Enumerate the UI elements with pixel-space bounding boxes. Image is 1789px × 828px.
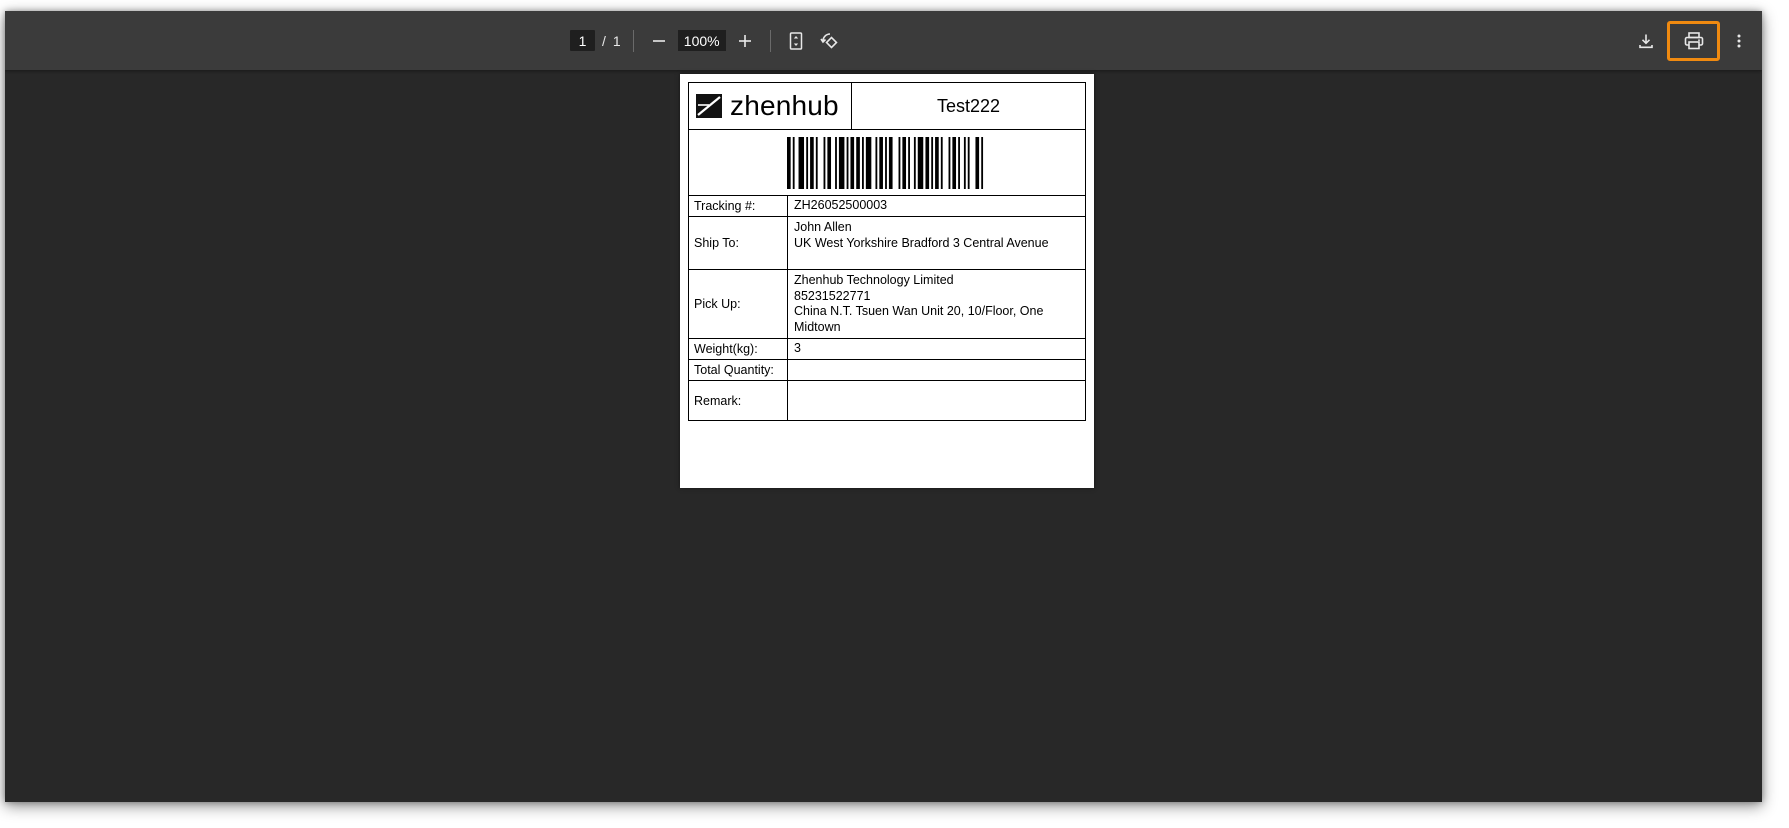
fit-page-icon (789, 31, 802, 50)
barcode-bar (975, 136, 980, 189)
tracking-value: ZH26052500003 (794, 198, 888, 213)
barcode-bar (875, 136, 878, 189)
barcode-bar (940, 136, 943, 189)
barcode-bar (913, 136, 916, 189)
barcode-bar (798, 136, 805, 189)
barcode-bar (908, 136, 910, 189)
pick-up-phone: 85231522771 (794, 288, 871, 303)
label-header: zhenhub Test222 (689, 83, 1085, 130)
page-total: 1 (612, 32, 621, 49)
more-vert-icon (1737, 34, 1741, 47)
barcode-bar (806, 136, 809, 189)
download-icon (1639, 34, 1653, 48)
barcode-bar (885, 136, 887, 189)
barcode-bar (902, 136, 907, 189)
ship-to-name: John Allen (794, 220, 852, 234)
barcode-bar (846, 136, 849, 189)
toolbar-center-controls: 1 / 1 100% (570, 11, 843, 70)
pdf-toolbar: 1 / 1 100% (5, 11, 1762, 70)
ship-to-address: UK West Yorkshire Bradford 3 Central Ave… (794, 235, 1049, 250)
barcode-bar (810, 136, 814, 189)
rotate-button[interactable] (817, 26, 843, 56)
barcode-bar (925, 136, 930, 189)
page-number-input[interactable]: 1 (570, 30, 595, 51)
total-quantity-key: Total Quantity: (689, 360, 788, 380)
pick-up-row: Pick Up: Zhenhub Technology Limited 8523… (689, 270, 1085, 339)
barcode-bar (952, 136, 957, 189)
toolbar-divider (769, 29, 771, 52)
pick-up-key: Pick Up: (689, 270, 788, 338)
remark-value (788, 381, 1085, 420)
pdf-viewer-window: 1 / 1 100% zhenhub Test222 Tracking #: Z… (5, 11, 1762, 802)
rotate-icon (820, 32, 838, 49)
more-options-button[interactable] (1726, 26, 1752, 56)
ship-to-value: John Allen UK West Yorkshire Bradford 3 … (788, 217, 1085, 269)
barcode-bar (958, 136, 960, 189)
barcode-bar (967, 136, 970, 189)
weight-key: Weight(kg): (689, 339, 788, 359)
ship-to-row: Ship To: John Allen UK West Yorkshire Br… (689, 217, 1085, 270)
barcode-bar (981, 136, 984, 189)
barcode-bar (917, 136, 924, 189)
tracking-key: Tracking #: (689, 196, 788, 216)
brand-name: zhenhub (730, 90, 839, 121)
print-icon (1684, 31, 1703, 49)
weight-row: Weight(kg): 3 (689, 339, 1085, 360)
barcode-bar (865, 136, 872, 189)
toolbar-right-controls (1633, 11, 1762, 70)
zoom-out-button[interactable] (646, 26, 672, 56)
barcode-bar (888, 136, 893, 189)
brand-logo: zhenhub (689, 83, 852, 129)
total-quantity-value (788, 360, 1085, 380)
barcode-bar (827, 136, 832, 189)
weight-value: 3 (794, 341, 801, 356)
pick-up-company: Zhenhub Technology Limited (794, 273, 954, 287)
barcode-bar (948, 136, 951, 189)
barcode-bar (838, 136, 845, 189)
barcode-bar (835, 136, 837, 189)
tracking-row: Tracking #: ZH26052500003 (689, 196, 1085, 217)
total-quantity-row: Total Quantity: (689, 360, 1085, 381)
barcode-bar (862, 136, 864, 189)
shipping-label: zhenhub Test222 Tracking #: ZH2605250000… (688, 82, 1086, 421)
pick-up-address: China N.T. Tsuen Wan Unit 20, 10/Floor, … (794, 304, 1044, 334)
plus-icon (738, 34, 751, 47)
barcode-bar (787, 136, 791, 189)
pick-up-value: Zhenhub Technology Limited 85231522771 C… (788, 270, 1085, 338)
fit-to-page-button[interactable] (783, 26, 809, 56)
page-separator: / (602, 32, 606, 49)
barcode-bar (931, 136, 934, 189)
label-title: Test222 (936, 95, 1001, 116)
barcode-bar (856, 136, 860, 189)
zoom-level-input[interactable]: 100% (677, 30, 726, 51)
pdf-page: zhenhub Test222 Tracking #: ZH2605250000… (680, 74, 1094, 488)
barcode-bar (850, 136, 855, 189)
barcode-image (787, 136, 984, 189)
ship-to-key: Ship To: (689, 217, 788, 269)
toolbar-divider (632, 29, 634, 52)
barcode-bar (792, 136, 795, 189)
zhenhub-logo-icon (696, 94, 722, 118)
minus-icon (652, 39, 665, 42)
barcode-bar (815, 136, 818, 189)
print-button[interactable] (1667, 20, 1720, 61)
barcode-bar (879, 136, 883, 189)
barcode-bar (823, 136, 826, 189)
remark-key: Remark: (689, 381, 788, 420)
barcode-bar (935, 136, 939, 189)
barcode-bar (963, 136, 966, 189)
download-button[interactable] (1633, 26, 1659, 56)
zoom-in-button[interactable] (732, 26, 758, 56)
remark-row: Remark: (689, 381, 1085, 420)
barcode-bar (898, 136, 901, 189)
barcode-row (689, 130, 1085, 196)
